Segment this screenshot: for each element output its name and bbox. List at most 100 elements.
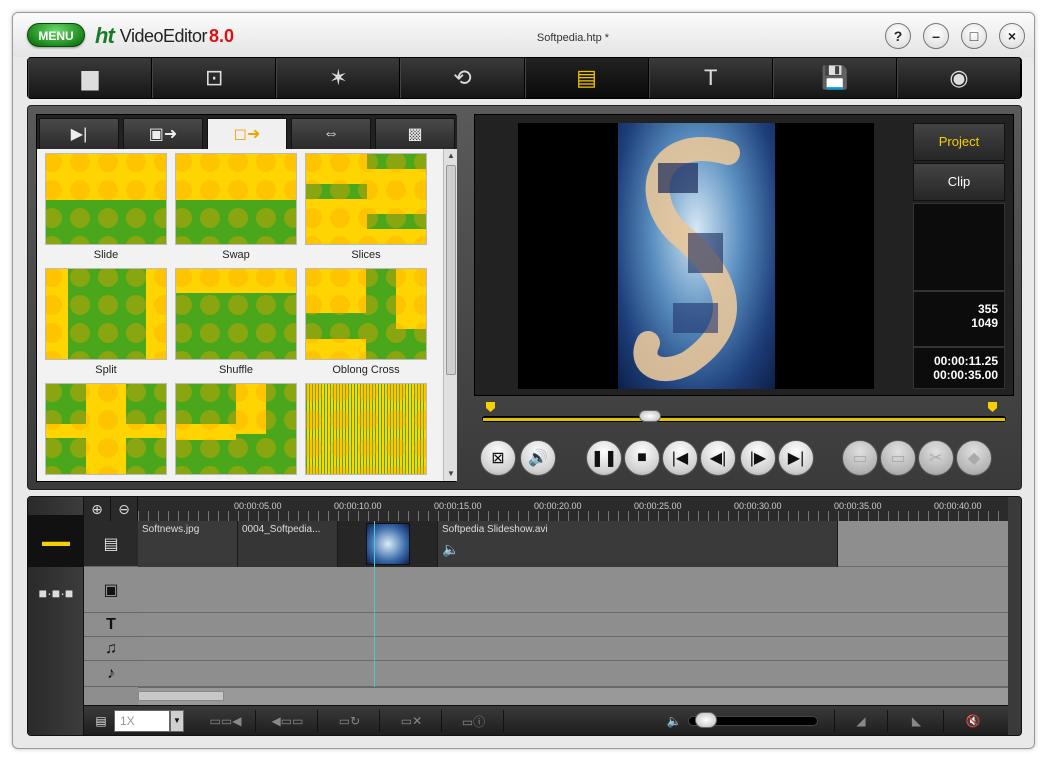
scrollbar-thumb[interactable] <box>446 165 456 375</box>
video-track[interactable]: Softnews.jpg 0004_Softpedia... Softpedia… <box>138 521 1008 567</box>
transition-thumbnail[interactable] <box>175 268 297 360</box>
transition-icon[interactable]: ⟲ <box>400 58 525 98</box>
transition-tab-icon[interactable]: ▩ <box>375 118 455 149</box>
timeline-clip-thumbnail[interactable] <box>338 521 438 567</box>
clip-name: Softpedia Slideshow.avi <box>442 524 548 535</box>
transition-tab-icon[interactable]: ▶| <box>39 118 119 149</box>
info-column: Project Clip 355 1049 00:00:11.25 00:00:… <box>913 123 1005 389</box>
zoom-in-icon[interactable]: ⊕ <box>84 497 111 521</box>
transitions-scrollbar[interactable]: ▲ ▼ <box>443 149 457 481</box>
timeline-clip[interactable]: Softnews.jpg <box>138 521 238 567</box>
filmstrip-icon[interactable]: ▤ <box>524 58 649 98</box>
timeline-clip[interactable]: 0004_Softpedia... <box>238 521 338 567</box>
delete-clip-icon[interactable]: ▭✕ <box>382 710 442 732</box>
timeline-scrollbar[interactable] <box>138 687 1008 705</box>
snapshot-icon[interactable]: ⊠ <box>480 440 516 476</box>
mute-icon[interactable]: 🔇 <box>946 710 1000 732</box>
ruler-time-label: 00:00:15.00 <box>434 501 482 511</box>
skip-end-icon[interactable]: ▶| <box>778 440 814 476</box>
track-labels: ⊕ ⊖ ▤ ▣ T ♫ ♪ <box>84 497 138 705</box>
zoom-out-icon[interactable]: ⊖ <box>111 497 138 521</box>
clip-info-icon[interactable]: ▭ⓘ <box>444 710 504 732</box>
eraser-icon[interactable]: ◆ <box>956 440 992 476</box>
trim-end-icon[interactable]: ▭ <box>880 440 916 476</box>
minimize-button[interactable]: – <box>923 23 949 49</box>
fade-in-icon[interactable]: ◢ <box>834 710 888 732</box>
voice-track[interactable] <box>138 661 1008 687</box>
pause-icon[interactable]: ❚❚ <box>586 440 622 476</box>
transition-thumbnail[interactable] <box>305 268 427 360</box>
transition-thumbnail[interactable] <box>175 383 297 475</box>
transition-thumbnail[interactable] <box>305 383 427 475</box>
skip-start-icon[interactable]: |◀ <box>662 440 698 476</box>
transitions-panel: ▶| ▣➜ ◻➜ ⇔ ▩ Slide Swap Slices Split Shuffle Oblo… <box>36 114 457 482</box>
speed-select[interactable]: 1X <box>114 710 170 732</box>
file-title: Softpedia.htp * <box>536 32 610 44</box>
stop-icon[interactable]: ■ <box>624 440 660 476</box>
floppy-icon[interactable]: 💾 <box>772 58 897 98</box>
disc-icon[interactable]: ◉ <box>896 58 1021 98</box>
fade-out-icon[interactable]: ◣ <box>890 710 944 732</box>
clip-thumbnail-image <box>366 523 410 565</box>
clip-button[interactable]: Clip <box>913 163 1005 201</box>
scissors-icon[interactable]: ✂ <box>918 440 954 476</box>
overlay-track-icon: ▣ <box>84 567 138 613</box>
seek-knob[interactable] <box>638 410 661 422</box>
transition-thumbnail[interactable] <box>45 383 167 475</box>
ruler-time-label: 00:00:30.00 <box>734 501 782 511</box>
logo-mark: ht <box>95 23 115 48</box>
insert-clip-icon[interactable]: ▭▭◀ <box>196 710 256 732</box>
mark-out-icon[interactable] <box>988 402 997 412</box>
document-icon[interactable]: ▆ <box>28 58 153 98</box>
close-button[interactable]: × <box>999 23 1025 49</box>
next-frame-icon[interactable]: |▶ <box>740 440 776 476</box>
scroll-up-arrow-icon[interactable]: ▲ <box>444 149 458 163</box>
speed-dropdown-icon[interactable]: ▼ <box>170 710 184 732</box>
timeline-clip[interactable]: Softpedia Slideshow.avi 🔈 <box>438 521 838 567</box>
app-logo: ht VideoEditor 8.0 <box>95 23 234 49</box>
seek-track[interactable] <box>482 416 1006 422</box>
volume-icon[interactable]: 🔊 <box>520 440 556 476</box>
maximize-button[interactable]: □ <box>961 23 987 49</box>
ruler-time-label: 00:00:20.00 <box>534 501 582 511</box>
transition-tab-icon[interactable]: ▣➜ <box>123 118 203 149</box>
split-clip-icon[interactable]: ◀▭▭ <box>258 710 318 732</box>
music-track-icon: ♫ <box>84 637 138 661</box>
master-volume-knob[interactable] <box>694 712 717 728</box>
trim-start-icon[interactable]: ▭ <box>842 440 878 476</box>
scroll-down-arrow-icon[interactable]: ▼ <box>444 467 458 481</box>
transition-tab-icon[interactable]: ⇔ <box>291 118 371 149</box>
magic-wand-icon[interactable]: ✶ <box>276 58 401 98</box>
transition-label: Swap <box>222 249 250 261</box>
camcorder-icon[interactable]: ⊡ <box>152 58 277 98</box>
text-track[interactable] <box>138 613 1008 637</box>
transition-thumbnail[interactable] <box>45 268 167 360</box>
storyboard-mode-icon[interactable]: ■·■·■ <box>28 567 84 619</box>
timeline-mode-sidebar: ▬▬ ■·■·■ <box>28 497 84 735</box>
ruler-time-label: 00:00:05.00 <box>234 501 282 511</box>
preview-frame-image <box>618 123 775 389</box>
timeline-mode-icon[interactable]: ▬▬ <box>28 515 84 567</box>
help-button[interactable]: ? <box>885 23 911 49</box>
transition-thumbnail[interactable] <box>175 153 297 245</box>
transitions-grid: Slide Swap Slices Split Shuffle Oblong Cross <box>37 149 443 481</box>
filmstrip-icon: ▤ <box>95 714 107 728</box>
transition-thumbnail[interactable] <box>45 153 167 245</box>
music-track[interactable] <box>138 637 1008 661</box>
transition-category-tabs: ▶| ▣➜ ◻➜ ⇔ ▩ <box>37 115 457 149</box>
time-ruler[interactable]: 00:00:05.00 00:00:10.00 00:00:15.00 00:00:2… <box>138 497 1008 521</box>
text-icon[interactable]: T <box>648 58 773 98</box>
editor-panel: ▶| ▣➜ ◻➜ ⇔ ▩ Slide Swap Slices Split Shuffle Oblo… <box>27 105 1022 490</box>
seek-bar[interactable] <box>474 402 1014 430</box>
overlay-track[interactable] <box>138 567 1008 613</box>
transition-thumbnail[interactable] <box>305 153 427 245</box>
prev-frame-icon[interactable]: ◀| <box>700 440 736 476</box>
rotate-clip-icon[interactable]: ▭↻ <box>320 710 380 732</box>
logo-version: 8.0 <box>209 25 235 46</box>
mark-in-icon[interactable] <box>486 402 495 412</box>
timeline-scrollbar-thumb[interactable] <box>138 691 224 701</box>
video-track-icon: ▤ <box>84 521 138 567</box>
transition-tab-icon[interactable]: ◻➜ <box>207 118 287 149</box>
menu-button[interactable]: MENU <box>27 23 85 47</box>
project-button[interactable]: Project <box>913 123 1005 161</box>
